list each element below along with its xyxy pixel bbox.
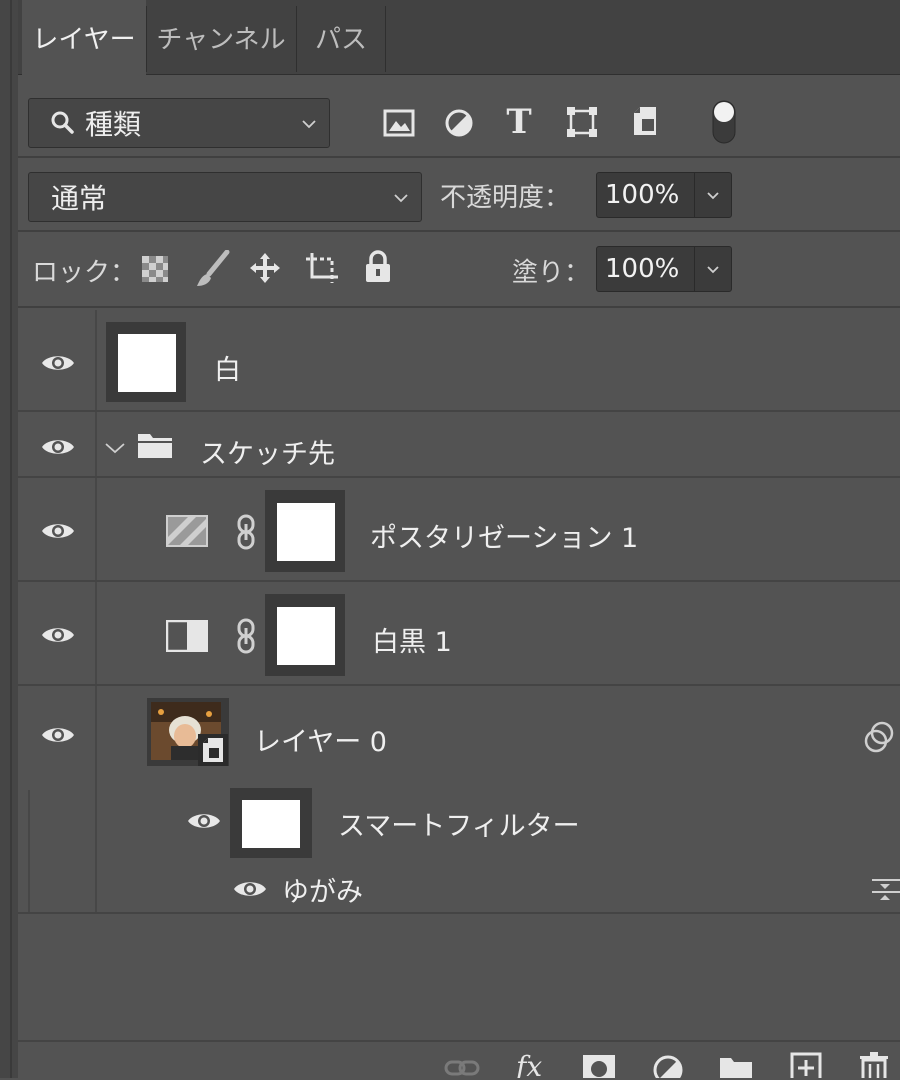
image-icon[interactable] (382, 106, 416, 140)
lock-position-icon[interactable] (248, 251, 282, 285)
eye-icon[interactable] (40, 724, 80, 748)
lock-pixels-icon[interactable] (195, 249, 231, 288)
fill-field[interactable]: 100% (596, 246, 732, 292)
mask-thumbnail[interactable] (277, 503, 335, 561)
blend-mode-dropdown[interactable]: 通常 (28, 172, 422, 222)
new-layer-icon[interactable] (790, 1052, 822, 1078)
panel-divider (10, 0, 12, 1078)
tab-channels[interactable]: チャンネル (147, 0, 295, 74)
filter-toggle-icon[interactable] (712, 100, 736, 144)
smart-filter-name[interactable]: スマートフィルター (338, 804, 580, 843)
row-separator (18, 684, 900, 686)
opacity-value[interactable]: 100% (597, 180, 694, 210)
folder-icon (136, 430, 176, 462)
divider (18, 230, 900, 232)
row-separator (18, 912, 900, 914)
filter-kind-label: 種類 (85, 108, 142, 141)
row-separator (18, 410, 900, 412)
filter-name[interactable]: ゆがみ (282, 870, 363, 909)
opacity-label: 不透明度： (440, 183, 571, 213)
layer-name[interactable]: 白黒 1 (372, 620, 452, 659)
black-white-adjustment-icon[interactable] (165, 619, 209, 653)
link-icon[interactable] (234, 514, 258, 550)
type-icon[interactable]: T (502, 102, 536, 142)
fill-label: 塗り： (512, 258, 591, 288)
chevron-down-icon[interactable] (104, 440, 126, 454)
eye-icon[interactable] (40, 520, 80, 544)
search-icon (49, 109, 77, 137)
chevron-down-icon[interactable] (694, 247, 731, 291)
layer-thumbnail (118, 334, 176, 392)
tab-divider (385, 6, 386, 72)
tab-paths[interactable]: パス (297, 0, 385, 74)
lock-label: ロック： (32, 258, 137, 288)
fill-value[interactable]: 100% (597, 254, 694, 284)
lock-all-icon[interactable] (363, 250, 393, 284)
divider (18, 156, 900, 158)
chevron-down-icon[interactable] (694, 173, 731, 217)
row-separator (18, 476, 900, 478)
panel-gutter (0, 0, 18, 1078)
adjustment-icon[interactable] (652, 1054, 684, 1078)
tab-label: チャンネル (156, 24, 286, 55)
shape-icon[interactable] (564, 104, 600, 140)
chevron-down-icon (393, 187, 409, 208)
smart-object-badge-icon (198, 734, 228, 766)
link-icon[interactable] (234, 618, 258, 654)
layer-name[interactable]: 白 (214, 348, 241, 387)
layer-name[interactable]: レイヤー 0 (254, 720, 387, 759)
filter-options-icon[interactable] (870, 876, 900, 904)
fx-icon[interactable]: fx (516, 1050, 542, 1078)
eye-icon[interactable] (40, 436, 80, 460)
link-layers-icon[interactable] (444, 1056, 480, 1078)
eye-icon[interactable] (40, 352, 80, 376)
lock-artboard-icon[interactable] (304, 251, 340, 285)
smart-filter-indicator-icon[interactable] (862, 720, 898, 754)
tab-label: パス (314, 24, 367, 55)
divider (18, 306, 900, 308)
adjustment-icon[interactable] (442, 106, 476, 140)
eye-icon[interactable] (232, 878, 272, 902)
tab-label: レイヤー (32, 25, 136, 55)
posterize-adjustment-icon[interactable] (166, 515, 208, 547)
blend-mode-value: 通常 (51, 182, 108, 215)
chevron-down-icon (301, 113, 317, 134)
group-name[interactable]: スケッチ先 (200, 432, 335, 471)
trash-icon[interactable] (858, 1050, 890, 1078)
tab-layers[interactable]: レイヤー (22, 0, 146, 75)
eye-icon[interactable] (186, 810, 226, 834)
filter-kind-dropdown[interactable]: 種類 (28, 98, 330, 148)
mask-thumbnail[interactable] (277, 607, 335, 665)
lock-transparency-icon[interactable] (141, 255, 169, 283)
smart-object-icon[interactable] (628, 104, 662, 140)
filter-mask-thumbnail[interactable] (242, 800, 300, 848)
opacity-field[interactable]: 100% (596, 172, 732, 218)
eye-icon[interactable] (40, 624, 80, 648)
new-group-icon[interactable] (718, 1054, 754, 1078)
sub-row-divider (28, 790, 30, 914)
layer-name[interactable]: ポスタリゼーション 1 (370, 516, 638, 555)
add-mask-icon[interactable] (582, 1054, 616, 1078)
row-separator (18, 580, 900, 582)
